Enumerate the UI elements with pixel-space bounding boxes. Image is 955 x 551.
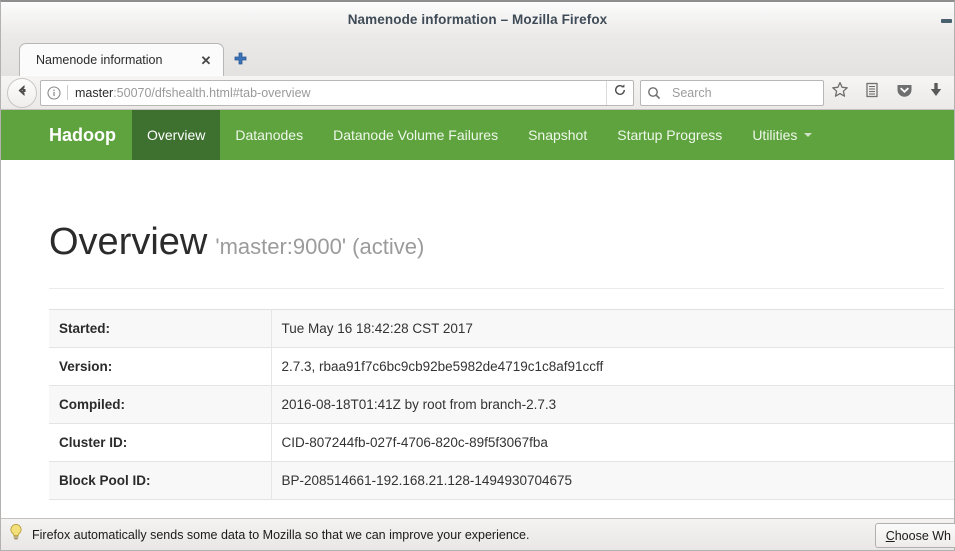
hadoop-brand[interactable]: Hadoop <box>1 110 132 160</box>
browser-tab[interactable]: Namenode information ✕ <box>19 43 224 76</box>
cluster-info-table: Started: Tue May 16 18:42:28 CST 2017 Ve… <box>49 309 954 500</box>
tab-strip: Namenode information ✕ <box>0 36 955 76</box>
star-icon <box>831 81 849 104</box>
download-button[interactable] <box>920 78 952 108</box>
page-content: Hadoop Overview Datanodes Datanode Volum… <box>0 110 955 518</box>
nav-item-overview[interactable]: Overview <box>132 110 221 160</box>
nav-label-startup-progress: Startup Progress <box>617 127 723 143</box>
row-label: Compiled: <box>49 385 272 424</box>
firefox-window: Namenode information – Mozilla Firefox N… <box>0 0 955 551</box>
lightbulb-icon <box>8 523 24 546</box>
close-icon[interactable]: ✕ <box>197 54 215 67</box>
page-title: Overview 'master:9000' (active) <box>49 160 954 264</box>
row-label: Started: <box>49 309 272 348</box>
row-value: Tue May 16 18:42:28 CST 2017 <box>281 320 473 336</box>
nav-item-startup-progress[interactable]: Startup Progress <box>602 110 737 160</box>
url-domain: master <box>75 85 114 100</box>
page-title-subtitle: 'master:9000' (active) <box>215 234 425 259</box>
url-path: :50070/dfshealth.html#tab-overview <box>113 85 311 100</box>
row-value: CID-807244fb-027f-4706-820c-89f5f3067fba <box>281 434 548 450</box>
nav-item-datanode-volume-failures[interactable]: Datanode Volume Failures <box>318 110 513 160</box>
download-icon <box>927 81 945 104</box>
window-title: Namenode information – Mozilla Firefox <box>347 11 608 27</box>
bookmark-button[interactable] <box>824 78 856 108</box>
notification-text: Firefox automatically sends some data to… <box>32 527 530 542</box>
row-value: 2016-08-18T01:41Z by root from branch-2.… <box>281 396 557 412</box>
table-row: Compiled: 2016-08-18T01:41Z by root from… <box>49 385 954 424</box>
nav-label-datanodes: Datanodes <box>235 127 304 143</box>
nav-item-datanodes[interactable]: Datanodes <box>220 110 318 160</box>
back-button[interactable] <box>7 77 37 108</box>
tab-title: Namenode information <box>36 53 163 67</box>
nav-label-utilities: Utilities <box>752 127 798 143</box>
row-label: Cluster ID: <box>49 423 272 462</box>
page-info-icon[interactable] <box>41 85 67 100</box>
table-row: Started: Tue May 16 18:42:28 CST 2017 <box>49 309 954 348</box>
navigation-toolbar: master:50070/dfshealth.html#tab-overview… <box>0 76 955 110</box>
choose-button-label: hoose Wh <box>894 528 951 543</box>
pocket-icon <box>895 81 914 105</box>
search-icon <box>641 86 667 100</box>
page-title-main: Overview <box>49 221 208 263</box>
reload-icon <box>613 83 627 102</box>
nav-label-overview: Overview <box>147 127 206 143</box>
library-icon <box>863 81 881 104</box>
nav-item-utilities[interactable]: Utilities <box>737 110 827 160</box>
row-label: Block Pool ID: <box>49 461 272 500</box>
minimize-button[interactable] <box>941 19 952 23</box>
nav-label-snapshot: Snapshot <box>528 127 588 143</box>
title-divider <box>49 287 944 289</box>
table-row: Cluster ID: CID-807244fb-027f-4706-820c-… <box>49 423 954 462</box>
back-arrow-icon <box>14 82 31 104</box>
chevron-down-icon <box>804 133 813 137</box>
row-value: BP-208514661-192.168.21.128-149493070467… <box>281 472 573 488</box>
url-bar[interactable]: master:50070/dfshealth.html#tab-overview <box>40 79 634 106</box>
choose-what-button[interactable]: Choose Wh <box>874 523 955 548</box>
nav-item-snapshot[interactable]: Snapshot <box>513 110 602 160</box>
reload-button[interactable] <box>606 80 633 105</box>
row-value: 2.7.3, rbaa91f7c6bc9cb92be5982de4719c1c8… <box>281 358 604 374</box>
hadoop-navbar: Hadoop Overview Datanodes Datanode Volum… <box>1 110 954 160</box>
row-label: Version: <box>49 347 272 386</box>
new-tab-button[interactable] <box>224 43 256 76</box>
overview-page: Overview 'master:9000' (active) Started: … <box>1 160 954 500</box>
pocket-button[interactable] <box>888 78 920 108</box>
plus-icon <box>233 52 248 67</box>
library-button[interactable] <box>856 78 888 108</box>
url-text: master:50070/dfshealth.html#tab-overview <box>68 86 606 100</box>
nav-label-datanode-volume-failures: Datanode Volume Failures <box>333 127 499 143</box>
table-row: Block Pool ID: BP-208514661-192.168.21.1… <box>49 461 954 500</box>
notification-bar: Firefox automatically sends some data to… <box>0 518 955 551</box>
table-row: Version: 2.7.3, rbaa91f7c6bc9cb92be5982d… <box>49 347 954 386</box>
search-input[interactable]: Search <box>667 86 712 100</box>
choose-button-accesskey: C <box>885 528 895 543</box>
title-bar: Namenode information – Mozilla Firefox <box>0 0 955 36</box>
search-bar[interactable]: Search <box>640 79 824 106</box>
